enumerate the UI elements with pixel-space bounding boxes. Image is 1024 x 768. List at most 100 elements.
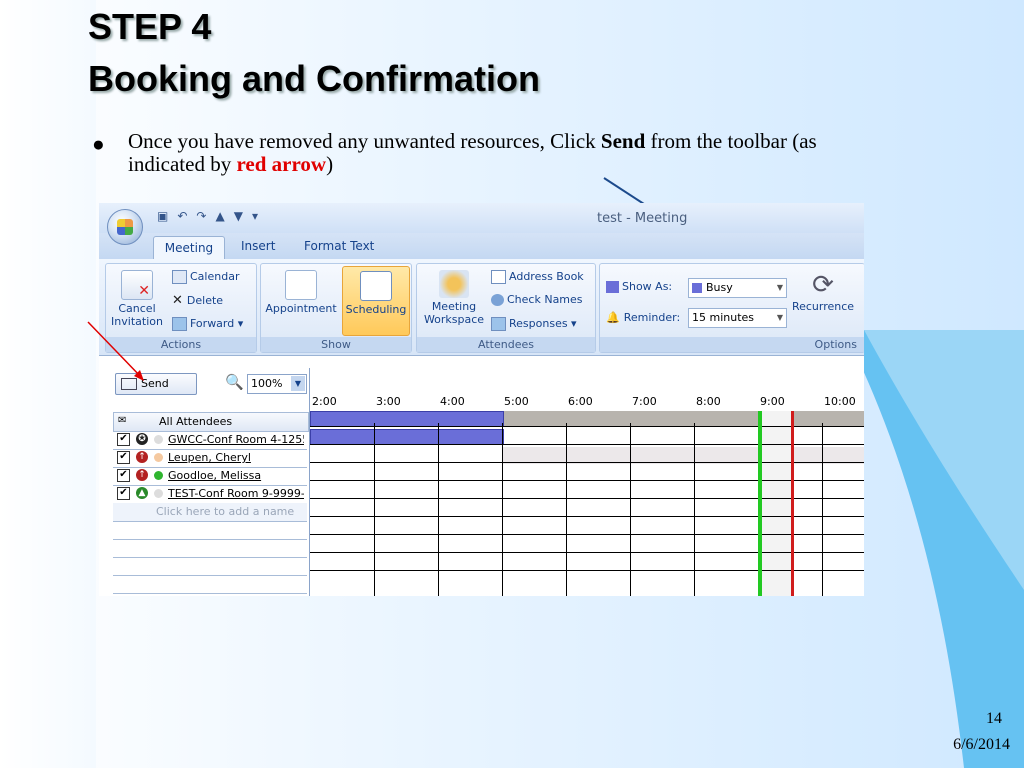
ribbon-tabs: Meeting Insert Format Text bbox=[99, 233, 864, 260]
hour-label: 10:00 bbox=[824, 395, 856, 408]
add-attendee-row[interactable]: Click here to add a name bbox=[113, 503, 307, 522]
role-icon[interactable]: ↑ bbox=[136, 451, 148, 463]
bullet-text: Once you have removed any unwanted resou… bbox=[128, 129, 817, 176]
group-options: Show As: Busy ▼ 🔔 Reminder: 15 minutes ▼ ⟳ … bbox=[599, 263, 864, 353]
attendee-name[interactable]: GWCC-Conf Room 4-1255 bbox=[168, 433, 304, 446]
window-title: test - Meeting bbox=[597, 211, 688, 226]
chevron-down-icon: ▼ bbox=[291, 376, 305, 391]
slide-date: 6/6/2014 bbox=[953, 736, 1010, 753]
role-icon[interactable]: ↑ bbox=[136, 469, 148, 481]
tab-format-text[interactable]: Format Text bbox=[304, 239, 374, 253]
grid-col-line bbox=[694, 423, 695, 596]
attendee-row[interactable]: ✔ ↑ Leupen, Cheryl bbox=[113, 449, 307, 468]
decorative-wave bbox=[844, 330, 1024, 768]
meeting-end-marker[interactable] bbox=[791, 411, 794, 596]
role-icon[interactable]: ▲ bbox=[136, 487, 148, 499]
attendee-checkbox[interactable]: ✔ bbox=[117, 469, 130, 482]
attendee-checkbox[interactable]: ✔ bbox=[117, 451, 130, 464]
calendar-icon bbox=[172, 270, 187, 284]
grid-col-line bbox=[822, 423, 823, 596]
attendee-checkbox[interactable]: ✔ bbox=[117, 487, 130, 500]
tab-insert[interactable]: Insert bbox=[241, 239, 275, 253]
calendar-button[interactable]: Calendar bbox=[172, 270, 239, 284]
attendee-name[interactable]: Goodloe, Melissa bbox=[168, 469, 304, 482]
recurrence-button[interactable]: ⟳ Recurrence bbox=[790, 270, 856, 313]
zoom-dropdown[interactable]: 100% ▼ bbox=[247, 374, 307, 394]
status-dot bbox=[154, 453, 163, 462]
office-button[interactable] bbox=[107, 209, 143, 245]
hour-label: 8:00 bbox=[696, 395, 721, 408]
attendee-name[interactable]: TEST-Conf Room 9-9999-C bbox=[168, 487, 304, 500]
role-icon[interactable]: ✪ bbox=[136, 433, 148, 445]
empty-row bbox=[113, 521, 307, 540]
attendee-checkbox[interactable]: ✔ bbox=[117, 433, 130, 446]
attendee-row[interactable]: ✔ ▲ TEST-Conf Room 9-9999-C bbox=[113, 485, 307, 504]
attendee-row[interactable]: ✔ ↑ Goodloe, Melissa bbox=[113, 467, 307, 486]
slide-left-background bbox=[0, 0, 96, 768]
chevron-down-icon: ▼ bbox=[776, 313, 783, 322]
busy-swatch-icon bbox=[692, 283, 702, 293]
grid-row-line bbox=[310, 534, 864, 535]
pointer-line bbox=[603, 177, 645, 205]
forward-button[interactable]: Forward ▾ bbox=[172, 317, 243, 331]
empty-row bbox=[113, 539, 307, 558]
grid-row-line bbox=[310, 552, 864, 553]
redo-icon[interactable]: ↷ bbox=[196, 209, 206, 223]
ribbon: ✕ Cancel Invitation Calendar ✕ Delete For… bbox=[99, 259, 864, 356]
busy-block bbox=[310, 411, 504, 427]
reminder-label: 🔔 Reminder: bbox=[606, 311, 681, 324]
hour-label: 3:00 bbox=[376, 395, 401, 408]
group-label-options: Options bbox=[600, 337, 864, 352]
grid-row-line bbox=[310, 516, 864, 517]
show-as-label: Show As: bbox=[606, 280, 672, 293]
check-names-icon bbox=[491, 294, 504, 306]
add-name-placeholder[interactable]: Click here to add a name bbox=[156, 505, 294, 518]
attendee-name[interactable]: Leupen, Cheryl bbox=[168, 451, 304, 464]
hour-label: 4:00 bbox=[440, 395, 465, 408]
address-book-button[interactable]: Address Book bbox=[491, 270, 584, 284]
meeting-workspace-icon bbox=[439, 270, 469, 298]
cancel-invitation-icon: ✕ bbox=[121, 270, 153, 300]
grid-row-line bbox=[310, 498, 864, 499]
appointment-button[interactable]: Appointment bbox=[263, 270, 339, 315]
all-attendees-header: ✉ All Attendees bbox=[113, 412, 309, 432]
reminder-dropdown[interactable]: 15 minutes ▼ bbox=[688, 308, 787, 328]
responses-button[interactable]: Responses ▾ bbox=[491, 317, 577, 331]
grid-row-line bbox=[310, 444, 864, 445]
meeting-workspace-button[interactable]: Meeting Workspace bbox=[419, 270, 489, 326]
office-logo-icon bbox=[117, 219, 133, 235]
down-arrow-icon[interactable]: ▼ bbox=[234, 209, 243, 223]
status-dot bbox=[154, 471, 163, 480]
hour-label: 2:00 bbox=[312, 395, 337, 408]
grid-row-line bbox=[310, 426, 864, 427]
page-number: 14 bbox=[986, 710, 1002, 727]
show-as-dropdown[interactable]: Busy ▼ bbox=[688, 278, 787, 298]
grid-col-line bbox=[566, 423, 567, 596]
grid-col-line bbox=[438, 423, 439, 596]
title-bar: ▣ ↶ ↷ ▲ ▼ ▾ test - Meeting bbox=[99, 203, 864, 233]
free-busy-grid[interactable]: 2:00 3:00 4:00 5:00 6:00 7:00 8:00 9:00 … bbox=[309, 368, 864, 596]
mail-icon: ✉ bbox=[118, 415, 127, 426]
grid-col-line bbox=[502, 423, 503, 596]
meeting-start-marker[interactable] bbox=[758, 411, 762, 596]
show-as-icon bbox=[606, 281, 619, 293]
group-label-attendees: Attendees bbox=[417, 337, 595, 352]
scheduling-button[interactable]: Scheduling bbox=[342, 266, 410, 336]
up-arrow-icon[interactable]: ▲ bbox=[215, 209, 224, 223]
empty-row bbox=[113, 557, 307, 576]
group-show: Appointment Scheduling Show bbox=[260, 263, 412, 353]
attendee-row[interactable]: ✔ ✪ GWCC-Conf Room 4-1255 bbox=[113, 431, 307, 450]
selected-meeting-slot bbox=[760, 411, 794, 596]
delete-button[interactable]: ✕ Delete bbox=[172, 293, 223, 308]
delete-icon: ✕ bbox=[172, 293, 183, 308]
grid-row-line bbox=[310, 462, 864, 463]
hour-label: 5:00 bbox=[504, 395, 529, 408]
check-names-button[interactable]: Check Names bbox=[491, 293, 583, 306]
undo-icon[interactable]: ↶ bbox=[177, 209, 187, 223]
tab-meeting[interactable]: Meeting bbox=[153, 236, 225, 260]
recurrence-icon: ⟳ bbox=[812, 270, 834, 300]
grid-col-line bbox=[630, 423, 631, 596]
customize-toolbar-icon[interactable]: ▾ bbox=[252, 209, 258, 223]
address-book-icon bbox=[491, 270, 506, 284]
save-icon[interactable]: ▣ bbox=[157, 209, 168, 223]
